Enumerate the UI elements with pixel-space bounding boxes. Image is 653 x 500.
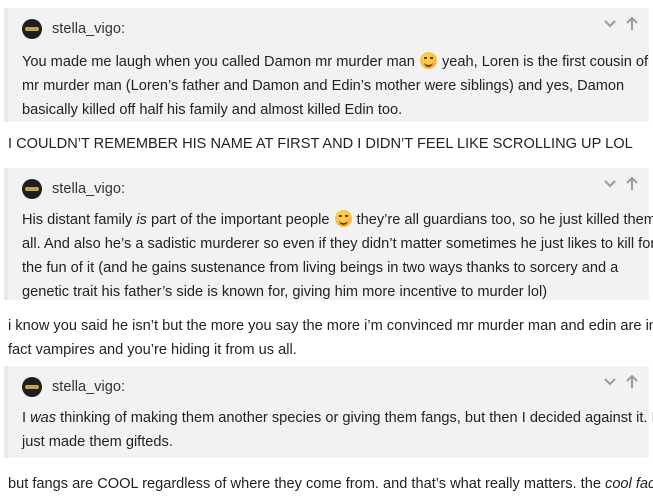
quote-header: stella_vigo: [22, 376, 125, 398]
chevron-down-icon[interactable] [603, 16, 617, 32]
emphasis-text: cool factor [605, 476, 653, 492]
quote-text: I was thinking of making them another sp… [22, 406, 653, 454]
text-line: I was thinking of making them another sp… [22, 406, 653, 430]
text-line: mr murder man (Loren’s father and Damon … [22, 74, 635, 98]
text-segment: You made me laugh when you called Damon … [22, 54, 419, 70]
quote-text: You made me laugh when you called Damon … [22, 50, 648, 122]
text-segment: His distant family [22, 212, 137, 228]
quote-controls [603, 16, 639, 32]
chevron-down-icon[interactable] [603, 176, 617, 192]
quote-block: stella_vigo: You made me laugh when you … [4, 8, 649, 122]
arrow-up-icon[interactable] [625, 176, 639, 192]
text-segment: I [22, 410, 31, 426]
post-text: i know you said he isn’t but the more yo… [8, 314, 653, 362]
text-line: His distant family is part of the import… [22, 208, 653, 232]
text-line: i know you said he isn’t but the more yo… [8, 314, 653, 338]
text-line: fact vampires and you’re hiding it from … [8, 338, 645, 362]
emoji-icon [419, 52, 437, 69]
quote-username[interactable]: stella_vigo: [52, 181, 125, 197]
text-segment: they’re all guardians too, so he just ki… [352, 212, 653, 228]
text-line: just made them gifteds. [22, 430, 635, 454]
chevron-down-icon[interactable] [603, 374, 617, 390]
text-segment: just made them gifteds. [22, 434, 173, 450]
quote-header: stella_vigo: [22, 178, 125, 200]
quote-block: stella_vigo: His distant family is part … [4, 168, 653, 300]
text-line: basically killed off half his family and… [22, 98, 635, 122]
text-segment: yeah, Loren is the first cousin of [437, 54, 649, 70]
quote-controls [603, 176, 639, 192]
text-segment: all. And also he’s a sadistic murderer s… [22, 236, 653, 252]
arrow-up-icon[interactable] [625, 374, 639, 390]
avatar[interactable] [22, 19, 42, 39]
text-segment: the fun of it (and he gains sustenance f… [22, 260, 619, 276]
quote-username[interactable]: stella_vigo: [52, 379, 125, 395]
arrow-up-icon[interactable] [625, 16, 639, 32]
quote-block: stella_vigo: I was thinking of making th… [4, 366, 653, 458]
text-segment: genetic trait his father’s side is known… [22, 284, 548, 300]
text-line: but fangs are COOL regardless of where t… [8, 472, 653, 496]
post-text: but fangs are COOL regardless of where t… [8, 472, 653, 496]
quote-controls [603, 374, 639, 390]
text-segment: thinking of making them another species … [56, 410, 653, 426]
avatar[interactable] [22, 377, 42, 397]
text-segment: but fangs are COOL regardless of where t… [8, 476, 606, 492]
text-segment: i know you said he isn’t but the more yo… [8, 318, 653, 334]
quote-username[interactable]: stella_vigo: [52, 21, 125, 37]
quote-header: stella_vigo: [22, 18, 125, 40]
post-text: I COULDN’T REMEMBER HIS NAME AT FIRST AN… [8, 132, 645, 156]
text-line: genetic trait his father’s side is known… [22, 280, 635, 304]
text-line: I COULDN’T REMEMBER HIS NAME AT FIRST AN… [8, 132, 645, 156]
text-line: the fun of it (and he gains sustenance f… [22, 256, 635, 280]
quote-text: His distant family is part of the import… [22, 208, 653, 304]
avatar[interactable] [22, 179, 42, 199]
text-segment: part of the important people [146, 212, 334, 228]
emoji-icon [334, 210, 352, 227]
emphasis-text: is [136, 212, 147, 228]
text-segment: I COULDN’T REMEMBER HIS NAME AT FIRST AN… [8, 136, 633, 152]
text-segment: mr murder man (Loren’s father and Damon … [22, 78, 625, 94]
text-segment: fact vampires and you’re hiding it from … [8, 342, 297, 358]
text-segment: basically killed off half his family and… [22, 102, 403, 118]
text-line: all. And also he’s a sadistic murderer s… [22, 232, 653, 256]
text-line: You made me laugh when you called Damon … [22, 50, 648, 74]
emphasis-text: was [30, 410, 57, 426]
